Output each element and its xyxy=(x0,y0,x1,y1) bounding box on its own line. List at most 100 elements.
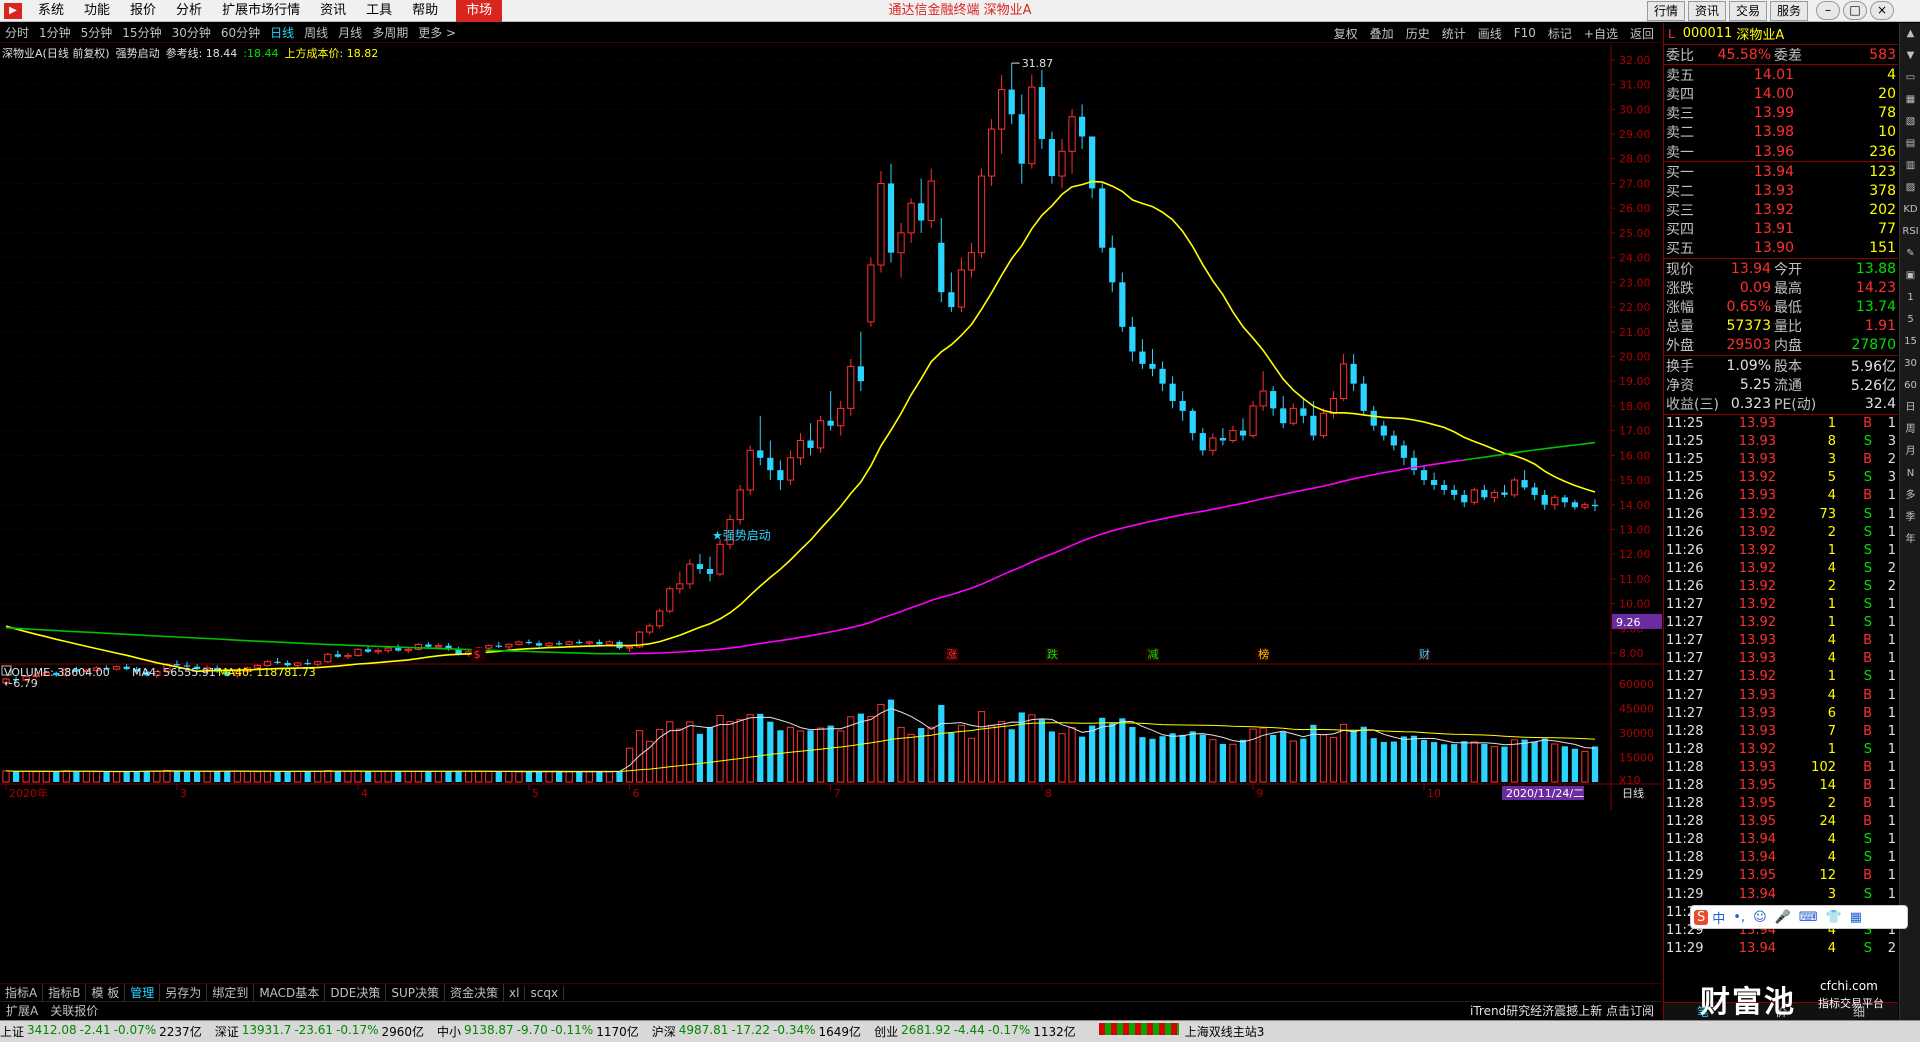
indicator-name[interactable]: 强势启动 xyxy=(116,45,160,61)
menu-item-help[interactable]: 帮助 xyxy=(402,0,448,22)
side-tool-icon-9[interactable]: RSI xyxy=(1901,222,1920,241)
period-tab-2[interactable]: 5分钟 xyxy=(76,24,118,41)
side-tool-icon-20[interactable]: N xyxy=(1901,464,1920,483)
menu-item-quote[interactable]: 报价 xyxy=(120,0,166,22)
side-tool-icon-0[interactable]: ▲ xyxy=(1901,24,1920,43)
side-tool-icon-6[interactable]: ▥ xyxy=(1901,156,1920,175)
side-tool-icon-3[interactable]: ▦ xyxy=(1901,90,1920,109)
menu-item-extended-market[interactable]: 扩展市场行情 xyxy=(212,0,310,22)
related-quote-button[interactable]: 关联报价 xyxy=(44,1002,104,1019)
ask-row[interactable]: 卖二 13.98 10 xyxy=(1664,123,1898,142)
indicator-tab-0[interactable]: 指标A xyxy=(0,984,44,1001)
indicator-tab-6[interactable]: MACD基本 xyxy=(254,984,326,1001)
ime-item-4[interactable]: ⌨ xyxy=(1795,910,1822,925)
event-marker[interactable]: $ xyxy=(474,648,481,661)
ime-item-0[interactable]: 中 xyxy=(1708,908,1729,927)
index-ticker-2[interactable]: 中小 9138.87 -9.70 -0.11% 1170亿 xyxy=(437,1023,642,1040)
side-tool-icon-21[interactable]: 多 xyxy=(1901,486,1920,505)
side-tool-icon-8[interactable]: KD xyxy=(1901,200,1920,219)
side-tool-icon-15[interactable]: 30 xyxy=(1901,354,1920,373)
ime-item-1[interactable]: •, xyxy=(1729,910,1749,925)
bid-row[interactable]: 买一 13.94 123 xyxy=(1664,162,1898,181)
indicator-tab-9[interactable]: 资金决策 xyxy=(445,984,505,1001)
ask-row[interactable]: 卖一 13.96 236 xyxy=(1664,142,1898,161)
ask-row[interactable]: 卖五 14.01 4 xyxy=(1664,65,1898,84)
side-tool-icon-19[interactable]: 月 xyxy=(1901,442,1920,461)
side-tool-icon-5[interactable]: ▤ xyxy=(1901,134,1920,153)
period-tab-10[interactable]: 更多 > xyxy=(413,24,461,41)
period-tab-3[interactable]: 15分钟 xyxy=(117,24,166,41)
event-marker[interactable]: 跌 xyxy=(1047,647,1058,661)
trade-tab-button[interactable]: 交易 xyxy=(1728,1,1767,21)
bid-row[interactable]: 买三 13.92 202 xyxy=(1664,201,1898,220)
ime-item-5[interactable]: 👕 xyxy=(1822,910,1846,925)
chart-tool-5[interactable]: F10 xyxy=(1508,26,1542,40)
indicator-tab-7[interactable]: DDE决策 xyxy=(325,984,387,1001)
index-ticker-0[interactable]: 上证 3412.08 -2.41 -0.07% 2237亿 xyxy=(0,1023,205,1040)
maximize-button[interactable]: □ xyxy=(1843,1,1867,20)
indicator-tab-11[interactable]: scqx xyxy=(525,985,565,1000)
chart-tool-7[interactable]: +自选 xyxy=(1578,25,1624,42)
index-ticker-4[interactable]: 创业 2681.92 -4.44 -0.17% 1132亿 xyxy=(874,1023,1079,1040)
side-tool-icon-11[interactable]: ▣ xyxy=(1901,266,1920,285)
indicator-tab-5[interactable]: 绑定到 xyxy=(207,984,255,1001)
market-button[interactable]: 市场 xyxy=(456,0,503,22)
event-marker[interactable]: 榜 xyxy=(1258,647,1269,661)
chart-tool-3[interactable]: 统计 xyxy=(1436,25,1472,42)
side-tool-icon-12[interactable]: 1 xyxy=(1901,288,1920,307)
period-tab-6[interactable]: 日线 xyxy=(265,24,299,41)
minimize-button[interactable]: – xyxy=(1816,1,1840,20)
menu-item-system[interactable]: 系统 xyxy=(28,0,74,22)
period-tab-0[interactable]: 分时 xyxy=(0,24,34,41)
chart-tool-4[interactable]: 画线 xyxy=(1472,25,1508,42)
bid-row[interactable]: 买二 13.93 378 xyxy=(1664,181,1898,200)
chart-tool-8[interactable]: 返回 xyxy=(1624,25,1660,42)
side-tool-icon-2[interactable]: ▭ xyxy=(1901,68,1920,87)
side-tool-icon-17[interactable]: 日 xyxy=(1901,398,1920,417)
news-tab-button[interactable]: 资讯 xyxy=(1687,1,1726,21)
kline-chart[interactable]: 32.00 31.00 30.00 29.00 28.00 27.00 26.00 25.00… xyxy=(0,44,1662,810)
ime-item-6[interactable]: ▦ xyxy=(1846,910,1866,925)
event-marker[interactable]: 涨 xyxy=(946,648,957,661)
side-tool-icon-10[interactable]: ✎ xyxy=(1901,244,1920,263)
side-tool-icon-16[interactable]: 60 xyxy=(1901,376,1920,395)
menu-item-tools[interactable]: 工具 xyxy=(356,0,402,22)
index-ticker-1[interactable]: 深证 13931.7 -23.61 -0.17% 2960亿 xyxy=(215,1023,427,1040)
ext-a-button[interactable]: 扩展A xyxy=(0,1002,44,1019)
indicator-tab-10[interactable]: xl xyxy=(504,985,526,1000)
period-tab-7[interactable]: 周线 xyxy=(299,24,333,41)
period-tab-8[interactable]: 月线 xyxy=(333,24,367,41)
side-tool-icon-18[interactable]: 周 xyxy=(1901,420,1920,439)
ime-item-3[interactable]: 🎤 xyxy=(1771,910,1795,925)
ask-row[interactable]: 卖三 13.99 78 xyxy=(1664,104,1898,123)
close-button[interactable]: × xyxy=(1870,1,1894,20)
index-ticker-3[interactable]: 沪深 4987.81 -17.22 -0.34% 1649亿 xyxy=(652,1023,864,1040)
event-marker[interactable]: 减 xyxy=(1147,648,1158,661)
ime-item-2[interactable]: ☺ xyxy=(1749,910,1771,925)
indicator-tab-4[interactable]: 另存为 xyxy=(160,984,208,1001)
side-tool-icon-7[interactable]: ▨ xyxy=(1901,178,1920,197)
period-tab-5[interactable]: 60分钟 xyxy=(216,24,265,41)
ask-row[interactable]: 卖四 14.00 20 xyxy=(1664,84,1898,103)
chart-tool-6[interactable]: 标记 xyxy=(1542,25,1578,42)
period-tab-1[interactable]: 1分钟 xyxy=(34,24,76,41)
chart-tool-2[interactable]: 历史 xyxy=(1400,25,1436,42)
period-tab-9[interactable]: 多周期 xyxy=(367,24,413,41)
side-tool-icon-22[interactable]: 季 xyxy=(1901,508,1920,527)
menu-item-news[interactable]: 资讯 xyxy=(310,0,356,22)
bid-row[interactable]: 买五 13.90 151 xyxy=(1664,239,1898,258)
side-tool-icon-13[interactable]: 5 xyxy=(1901,310,1920,329)
chart-tool-0[interactable]: 复权 xyxy=(1328,25,1364,42)
event-marker[interactable]: 财 xyxy=(1419,647,1430,661)
side-tool-icon-1[interactable]: ▼ xyxy=(1901,46,1920,65)
indicator-tab-3[interactable]: 管理 xyxy=(125,984,161,1001)
side-tool-icon-23[interactable]: 年 xyxy=(1901,530,1920,549)
quote-tab-button[interactable]: 行情 xyxy=(1646,1,1685,21)
chart-tool-1[interactable]: 叠加 xyxy=(1364,25,1400,42)
side-tool-icon-14[interactable]: 15 xyxy=(1901,332,1920,351)
indicator-tab-8[interactable]: SUP决策 xyxy=(386,984,446,1001)
indicator-tab-1[interactable]: 指标B xyxy=(43,984,87,1001)
service-tab-button[interactable]: 服务 xyxy=(1769,1,1808,21)
side-tool-icon-4[interactable]: ▧ xyxy=(1901,112,1920,131)
ime-logo-icon[interactable]: S xyxy=(1694,909,1709,925)
